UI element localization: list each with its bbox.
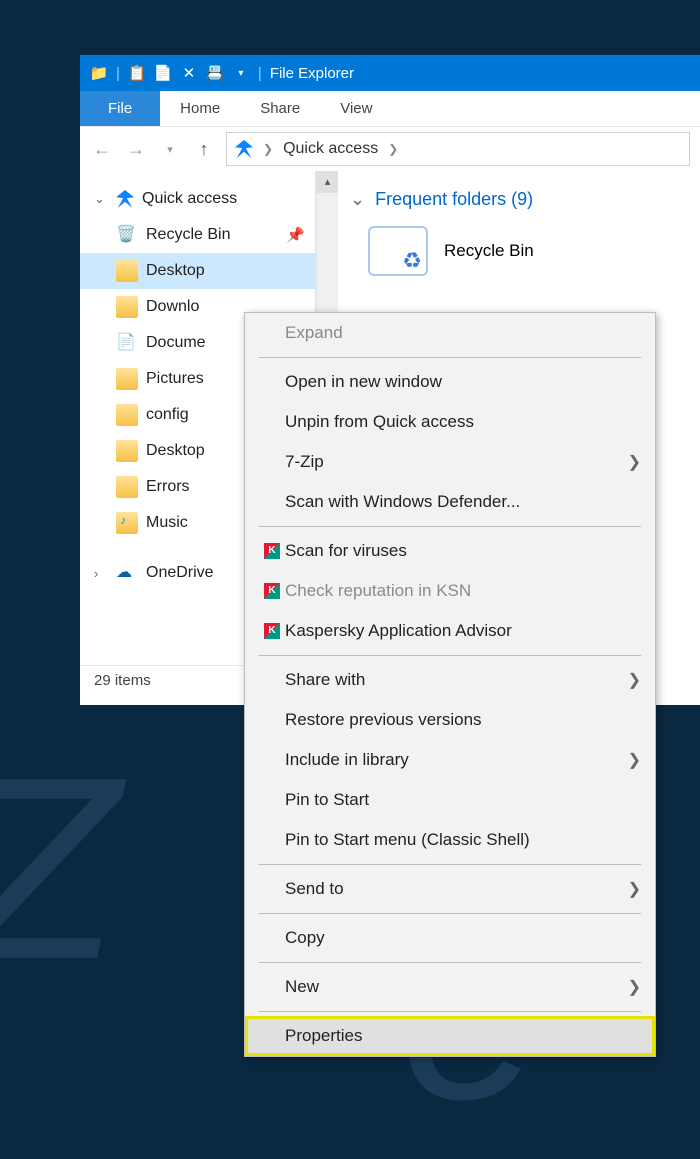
tree-label: Quick access xyxy=(142,190,305,208)
qat-rename-icon[interactable]: 📇 xyxy=(206,64,224,82)
chevron-right-icon: ❯ xyxy=(628,452,641,472)
folder-icon xyxy=(116,404,138,426)
tree-label: Recycle Bin xyxy=(146,226,278,244)
crumb-quick-access[interactable]: Quick access xyxy=(283,140,378,158)
menu-open-new-window[interactable]: Open in new window xyxy=(245,362,655,402)
divider: | xyxy=(258,65,262,82)
menu-properties[interactable]: Properties xyxy=(245,1016,655,1056)
chevron-down-icon[interactable]: ⌄ xyxy=(350,189,365,210)
menu-defender[interactable]: Scan with Windows Defender... xyxy=(245,482,655,522)
nav-recent-icon[interactable]: ▾ xyxy=(158,143,182,156)
folder-icon: 📁 xyxy=(90,64,108,82)
item-label: Recycle Bin xyxy=(444,241,534,261)
scroll-up-icon[interactable]: ▴ xyxy=(317,171,338,193)
chevron-right-icon: ❯ xyxy=(628,879,641,899)
address-bar[interactable]: ❯ Quick access ❯ xyxy=(226,132,690,166)
menu-scan-viruses[interactable]: Scan for viruses xyxy=(245,531,655,571)
pin-icon[interactable]: 📌 xyxy=(286,226,305,244)
menu-unpin[interactable]: Unpin from Quick access xyxy=(245,402,655,442)
chevron-right-icon: ❯ xyxy=(628,670,641,690)
menu-restore-previous[interactable]: Restore previous versions xyxy=(245,700,655,740)
menu-separator xyxy=(259,1011,641,1012)
menu-new[interactable]: New❯ xyxy=(245,967,655,1007)
menu-check-ksn: Check reputation in KSN xyxy=(245,571,655,611)
kaspersky-icon xyxy=(259,583,285,599)
crumb-sep: ❯ xyxy=(263,142,273,156)
tree-item-recycle-bin[interactable]: 🗑️ Recycle Bin 📌 xyxy=(80,217,315,253)
qat-new-icon[interactable]: 📄 xyxy=(154,64,172,82)
menu-7zip[interactable]: 7-Zip❯ xyxy=(245,442,655,482)
menu-separator xyxy=(259,526,641,527)
nav-forward-icon: → xyxy=(124,139,148,160)
menu-separator xyxy=(259,962,641,963)
onedrive-icon: ☁ xyxy=(116,562,138,584)
nav-up-icon[interactable]: ↑ xyxy=(192,139,216,160)
qat-properties-icon[interactable]: 📋 xyxy=(128,64,146,82)
folder-icon xyxy=(116,260,138,282)
qat-delete-icon[interactable]: ✕ xyxy=(180,64,198,82)
crumb-sep: ❯ xyxy=(388,142,398,156)
window-title: File Explorer xyxy=(270,65,354,82)
menu-kaspersky-advisor[interactable]: Kaspersky Application Advisor xyxy=(245,611,655,651)
ribbon-tabs: File Home Share View xyxy=(80,91,700,127)
nav-bar: ← → ▾ ↑ ❯ Quick access ❯ xyxy=(80,127,700,171)
context-menu: Expand Open in new window Unpin from Qui… xyxy=(244,312,656,1057)
frequent-folders-label: Frequent folders (9) xyxy=(375,189,533,210)
tab-file[interactable]: File xyxy=(80,91,160,126)
tree-item-desktop[interactable]: Desktop xyxy=(80,253,315,289)
tab-home[interactable]: Home xyxy=(160,91,240,126)
divider: | xyxy=(116,65,120,82)
menu-pin-classic-shell[interactable]: Pin to Start menu (Classic Shell) xyxy=(245,820,655,860)
menu-separator xyxy=(259,913,641,914)
status-item-count: 29 items xyxy=(94,672,151,689)
tab-view[interactable]: View xyxy=(320,91,392,126)
quick-access-icon xyxy=(235,140,253,158)
folder-icon xyxy=(116,368,138,390)
recycle-bin-icon: 🗑️ xyxy=(116,224,138,246)
menu-share-with[interactable]: Share with❯ xyxy=(245,660,655,700)
menu-expand: Expand xyxy=(245,313,655,353)
folder-icon xyxy=(116,296,138,318)
chevron-right-icon[interactable]: › xyxy=(94,566,108,581)
kaspersky-icon xyxy=(259,623,285,639)
chevron-right-icon: ❯ xyxy=(628,750,641,770)
title-bar[interactable]: 📁 | 📋 📄 ✕ 📇 ▾ | File Explorer xyxy=(80,55,700,91)
menu-separator xyxy=(259,357,641,358)
menu-pin-start[interactable]: Pin to Start xyxy=(245,780,655,820)
tree-quick-access[interactable]: ⌄ Quick access xyxy=(80,181,315,217)
menu-separator xyxy=(259,655,641,656)
chevron-down-icon[interactable]: ⌄ xyxy=(94,191,108,207)
folder-icon xyxy=(116,476,138,498)
menu-include-library[interactable]: Include in library❯ xyxy=(245,740,655,780)
document-icon: 📄 xyxy=(116,332,138,354)
recycle-bin-icon xyxy=(368,226,428,276)
chevron-right-icon: ❯ xyxy=(628,977,641,997)
tree-label: Desktop xyxy=(146,262,305,280)
menu-separator xyxy=(259,864,641,865)
tab-share[interactable]: Share xyxy=(240,91,320,126)
music-folder-icon: ♪ xyxy=(116,512,138,534)
folder-icon xyxy=(116,440,138,462)
qat-dropdown-icon[interactable]: ▾ xyxy=(232,64,250,82)
menu-copy[interactable]: Copy xyxy=(245,918,655,958)
kaspersky-icon xyxy=(259,543,285,559)
quick-access-icon xyxy=(116,190,134,208)
frequent-folders-header[interactable]: ⌄ Frequent folders (9) xyxy=(350,189,688,210)
frequent-item-recycle-bin[interactable]: Recycle Bin xyxy=(368,226,688,276)
menu-send-to[interactable]: Send to❯ xyxy=(245,869,655,909)
nav-back-icon[interactable]: ← xyxy=(90,139,114,160)
